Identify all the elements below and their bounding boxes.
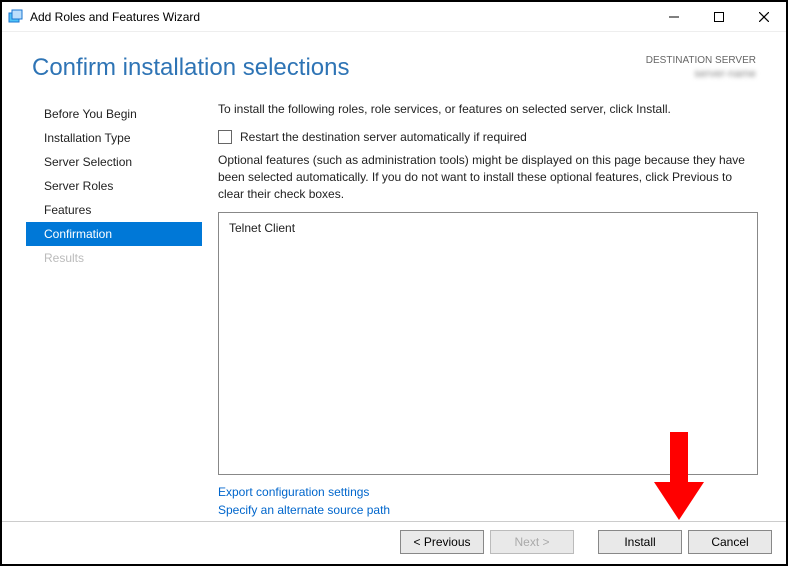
selected-feature-item: Telnet Client <box>229 221 747 235</box>
page-header: Confirm installation selections DESTINAT… <box>2 32 786 92</box>
restart-row: Restart the destination server automatic… <box>218 130 758 144</box>
alternate-source-link[interactable]: Specify an alternate source path <box>218 503 758 517</box>
links-block: Export configuration settings Specify an… <box>218 485 758 521</box>
cancel-button[interactable]: Cancel <box>688 530 772 554</box>
window-controls <box>651 2 786 31</box>
sidebar-step-server-selection[interactable]: Server Selection <box>26 150 202 174</box>
next-button: Next > <box>490 530 574 554</box>
footer: < Previous Next > Install Cancel <box>2 521 786 564</box>
window-title: Add Roles and Features Wizard <box>30 10 651 24</box>
install-button[interactable]: Install <box>598 530 682 554</box>
app-icon <box>8 9 24 25</box>
sidebar-step-confirmation[interactable]: Confirmation <box>26 222 202 246</box>
previous-button[interactable]: < Previous <box>400 530 484 554</box>
sidebar-step-results: Results <box>26 246 202 270</box>
body: Before You Begin Installation Type Serve… <box>2 92 786 521</box>
main-panel: To install the following roles, role ser… <box>202 92 762 521</box>
sidebar-step-server-roles[interactable]: Server Roles <box>26 174 202 198</box>
sidebar-step-before-you-begin[interactable]: Before You Begin <box>26 102 202 126</box>
close-button[interactable] <box>741 2 786 31</box>
destination-block: DESTINATION SERVER server-name <box>646 54 756 81</box>
sidebar: Before You Begin Installation Type Serve… <box>26 92 202 521</box>
export-config-link[interactable]: Export configuration settings <box>218 485 758 499</box>
minimize-button[interactable] <box>651 2 696 31</box>
optional-features-text: Optional features (such as administratio… <box>218 152 758 202</box>
wizard-window: Add Roles and Features Wizard Confirm in… <box>0 0 788 566</box>
titlebar: Add Roles and Features Wizard <box>2 2 786 32</box>
maximize-button[interactable] <box>696 2 741 31</box>
restart-checkbox[interactable] <box>218 130 232 144</box>
page-title: Confirm installation selections <box>32 54 646 82</box>
destination-server: server-name <box>646 67 756 81</box>
selected-features-box: Telnet Client <box>218 212 758 475</box>
sidebar-step-installation-type[interactable]: Installation Type <box>26 126 202 150</box>
intro-text: To install the following roles, role ser… <box>218 102 758 116</box>
restart-label: Restart the destination server automatic… <box>240 130 527 144</box>
sidebar-step-features[interactable]: Features <box>26 198 202 222</box>
destination-label: DESTINATION SERVER <box>646 54 756 67</box>
